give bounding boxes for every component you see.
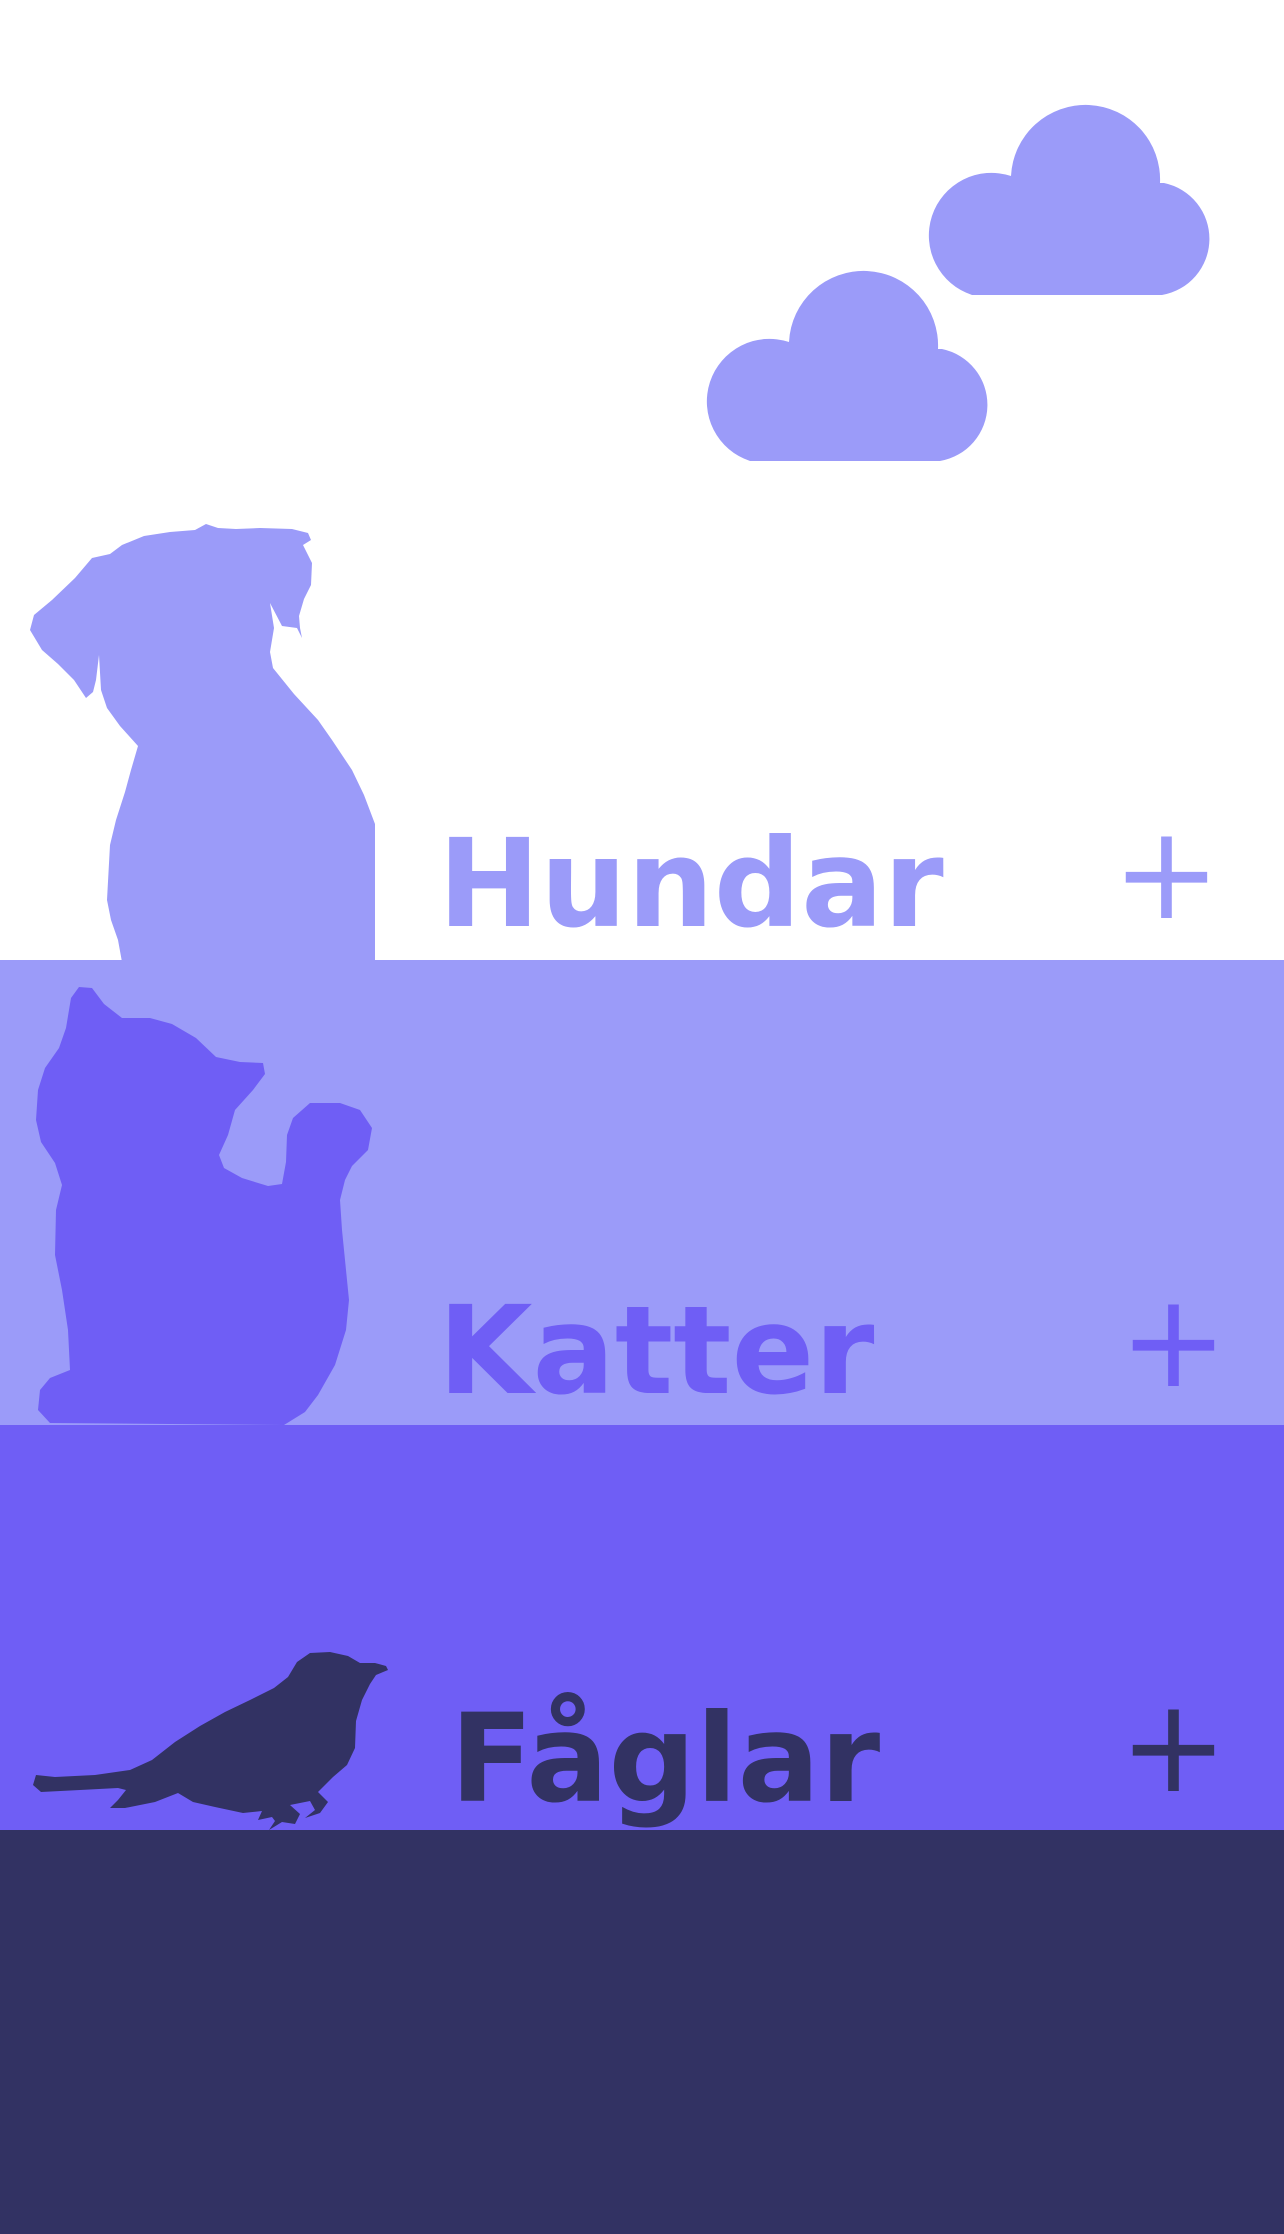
cat-silhouette-icon [36,987,372,1425]
expand-birds-button[interactable]: + [1119,1681,1228,1811]
cloud-icon [928,104,1210,295]
plus-icon: + [1112,797,1221,949]
expand-dogs-button[interactable]: + [1112,808,1221,938]
birds-section-background [0,1830,1284,2234]
bird-silhouette-icon [33,1652,388,1830]
expand-cats-button[interactable]: + [1119,1276,1228,1406]
plus-icon: + [1119,1670,1228,1822]
dog-silhouette-icon [30,524,375,962]
category-label-dogs[interactable]: Hundar [438,823,944,945]
category-label-birds[interactable]: Fåglar [450,1698,880,1820]
plus-icon: + [1119,1265,1228,1417]
category-label-cats[interactable]: Katter [438,1290,874,1412]
cloud-icon [706,270,988,461]
animal-categories-page: Hundar Katter Fåglar + + + [0,0,1284,2234]
